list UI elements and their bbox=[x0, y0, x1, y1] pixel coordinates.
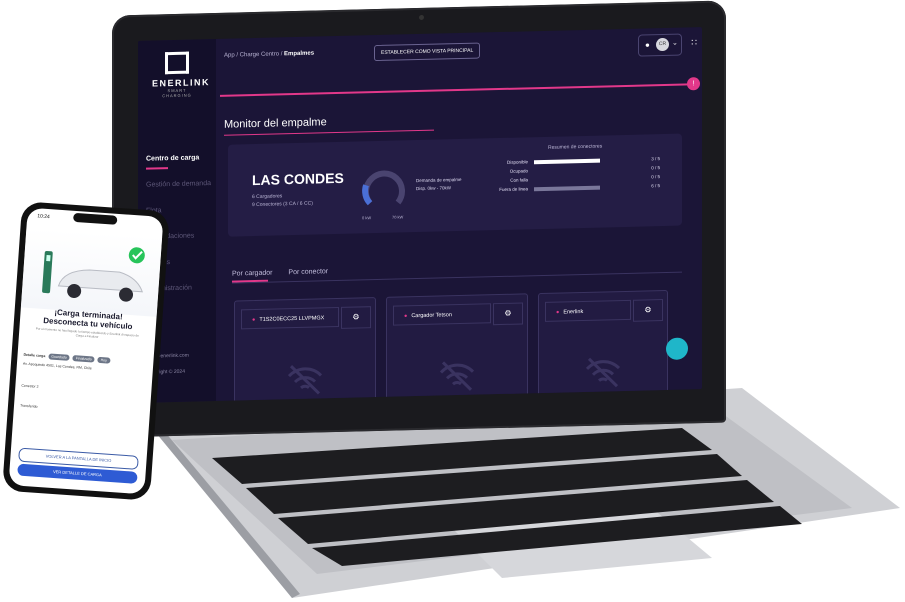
charger-header: ● T1S2C0ECC25 LLVPMGX bbox=[241, 306, 339, 330]
summary-title: Resumen de conectores bbox=[548, 143, 603, 151]
charger-settings-icon[interactable]: ⚙ bbox=[493, 302, 523, 326]
car-illustration bbox=[20, 227, 163, 317]
user-menu[interactable]: ● CR ⌄ bbox=[638, 33, 682, 57]
site-name: LAS CONDES bbox=[252, 169, 344, 189]
detail-label: Detalle carga bbox=[23, 352, 46, 359]
phone-time: 10:24 bbox=[37, 213, 50, 221]
offline-wifi-icon bbox=[287, 365, 323, 395]
summary-row-value: 0 / 5 bbox=[651, 174, 660, 180]
charger-settings-icon[interactable]: ⚙ bbox=[341, 306, 371, 329]
fullscreen-icon[interactable]: ∷ bbox=[691, 37, 697, 48]
offline-wifi-icon bbox=[585, 357, 621, 388]
site-chargers: 6 Cargadores bbox=[252, 193, 283, 201]
charger-settings-icon[interactable]: ⚙ bbox=[633, 299, 663, 322]
topbar: App / Charge Centro / Empalmes ESTABLECE… bbox=[216, 27, 702, 83]
logo-mark-icon bbox=[165, 51, 189, 75]
connector-row: Conector 2 bbox=[21, 383, 39, 389]
breadcrumb-current: Empalmes bbox=[284, 50, 315, 58]
charger-card[interactable]: ● Enerlink ⚙ bbox=[538, 289, 668, 403]
summary-row-value: 6 / 5 bbox=[651, 183, 660, 189]
summary-rows: Disponible 3 / 5 Ocupado 0 / 5 Con falla 0 / … bbox=[228, 134, 682, 192]
sidebar-item-centro-de-carga[interactable]: Centro de carga bbox=[146, 151, 216, 179]
charger-name: T1S2C0ECC25 LLVPMGX bbox=[259, 315, 325, 323]
gauge-max-label: 70 kW bbox=[392, 214, 404, 220]
phone-screen: 10:24 ¡Carga terminada! Desconecta tu ve… bbox=[8, 207, 164, 495]
tab-por-cargador[interactable]: Por cargador bbox=[232, 270, 272, 278]
view-tabs: Por cargador Por conector bbox=[232, 268, 342, 278]
summary-row-label: Fuera de linea bbox=[499, 186, 528, 193]
page-title: Monitor del empalme bbox=[224, 116, 327, 131]
charger-header: ● Enerlink bbox=[545, 299, 631, 322]
charger-name: Enerlink bbox=[563, 308, 584, 316]
charger-header: ● Cargador Tetson bbox=[393, 303, 491, 326]
camera bbox=[419, 14, 424, 20]
site-connectors: 9 Conectores (3 CA / 6 CC) bbox=[252, 200, 313, 209]
laptop-lid: ENERLINK SMART CHARGING Centro de carga … bbox=[112, 0, 726, 438]
chip[interactable]: Guardado bbox=[48, 353, 71, 361]
demand-gauge bbox=[362, 170, 405, 206]
site-card: LAS CONDES 6 Cargadores 9 Conectores (3 … bbox=[228, 133, 682, 237]
tab-por-conector[interactable]: Por conector bbox=[288, 268, 328, 276]
set-main-view-button[interactable]: ESTABLECER COMO VISTA PRINCIPAL bbox=[374, 42, 481, 62]
notification-dot-icon[interactable]: ! bbox=[687, 77, 700, 91]
energy-row: Transferido bbox=[19, 403, 38, 409]
charger-name: Cargador Tetson bbox=[411, 312, 452, 320]
chevron-down-icon[interactable]: ⌄ bbox=[672, 39, 678, 47]
title-underline bbox=[224, 129, 434, 136]
summary-row-value: 0 / 5 bbox=[651, 165, 660, 171]
logo-tagline: SMART CHARGING bbox=[162, 87, 192, 99]
summary-row-value: 3 / 5 bbox=[651, 156, 660, 162]
summary-row-bar bbox=[534, 158, 600, 165]
phone-notch bbox=[72, 212, 118, 225]
status-dot-icon: ● bbox=[404, 313, 408, 320]
chip[interactable]: Finalizado bbox=[72, 355, 95, 363]
summary-row-bar bbox=[534, 185, 600, 192]
status-dot-icon: ● bbox=[252, 317, 256, 324]
bell-icon[interactable]: ● bbox=[645, 40, 650, 49]
app-screen: ENERLINK SMART CHARGING Centro de carga … bbox=[138, 27, 702, 403]
chip[interactable]: Hoy bbox=[97, 356, 111, 364]
breadcrumb: App / Charge Centro / Empalmes bbox=[224, 51, 314, 59]
progress-line bbox=[220, 83, 694, 97]
gauge-legend-demand: Demanda de empalme bbox=[416, 176, 462, 184]
charger-card[interactable]: ● T1S2C0ECC25 LLVPMGX ⚙ bbox=[234, 297, 376, 403]
charger-card[interactable]: ● Cargador Tetson ⚙ bbox=[386, 293, 528, 403]
avatar[interactable]: CR bbox=[656, 37, 669, 52]
gauge-min-label: 0 kW bbox=[362, 215, 372, 221]
status-dot-icon: ● bbox=[556, 309, 560, 316]
offline-wifi-icon bbox=[439, 361, 475, 391]
chat-button[interactable] bbox=[666, 337, 688, 360]
sidebar-item-gestion-demanda[interactable]: Gestión de demanda bbox=[146, 177, 216, 205]
car-charging-icon bbox=[42, 247, 145, 302]
logo-name: ENERLINK bbox=[152, 77, 211, 89]
enerlink-logo: ENERLINK SMART CHARGING bbox=[152, 51, 211, 99]
summary-row-label: Con falla bbox=[510, 177, 528, 183]
phone: 10:24 ¡Carga terminada! Desconecta tu ve… bbox=[2, 201, 170, 501]
summary-row-label: Ocupado bbox=[509, 168, 528, 174]
gauge-legend-range: Disp. 0kw - 70kW bbox=[416, 185, 452, 192]
charge-address: Av. Apoquindo 4501, Las Condes, RM, Chil… bbox=[22, 361, 92, 371]
summary-row-label: Disponible bbox=[506, 159, 528, 165]
breadcrumb-path[interactable]: App / Charge Centro / bbox=[224, 51, 282, 58]
